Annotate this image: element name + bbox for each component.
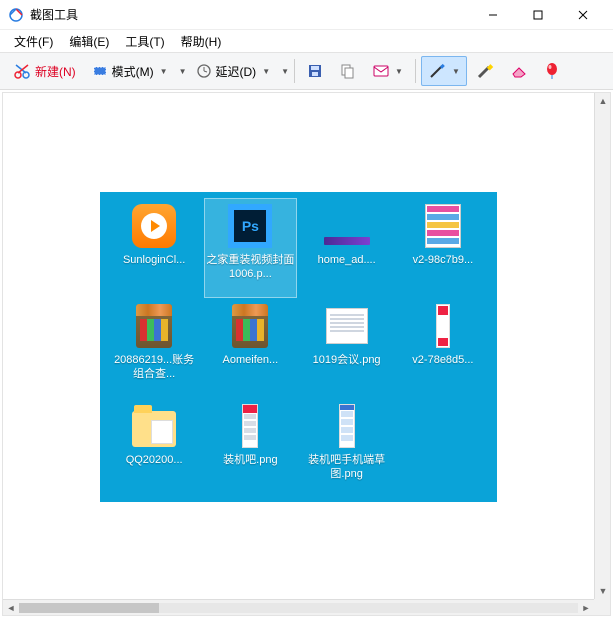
- file-thumbnail: [227, 403, 273, 449]
- file-label: 装机吧.png: [223, 453, 277, 467]
- hscroll-thumb[interactable]: [19, 603, 159, 613]
- desktop-item[interactable]: 装机吧手机端草图.png: [301, 398, 393, 498]
- file-thumbnail: [324, 403, 370, 449]
- file-label: SunloginCl...: [123, 253, 185, 267]
- menu-tools[interactable]: 工具(T): [117, 31, 172, 52]
- file-thumbnail: [131, 403, 177, 449]
- desktop-item[interactable]: 20886219...账务组合查...: [108, 298, 200, 398]
- balloon-icon: [544, 62, 560, 80]
- highlighter-icon: [476, 62, 494, 80]
- pen-tool-button[interactable]: ▼: [421, 56, 467, 86]
- send-button[interactable]: ▼: [364, 56, 410, 86]
- vertical-scrollbar[interactable]: ▲ ▼: [594, 93, 610, 599]
- delay-button[interactable]: 延迟(D) ▼: [189, 56, 278, 86]
- desktop-item[interactable]: QQ20200...: [108, 398, 200, 498]
- mode-split-dropdown[interactable]: ▼: [179, 67, 187, 76]
- scroll-right-arrow[interactable]: ►: [578, 600, 594, 616]
- menu-help[interactable]: 帮助(H): [173, 31, 230, 52]
- scroll-left-arrow[interactable]: ◄: [3, 600, 19, 616]
- app-icon: [8, 7, 24, 23]
- chevron-down-icon: ▼: [262, 67, 270, 76]
- desktop-item[interactable]: 1019会议.png: [301, 298, 393, 398]
- file-thumbnail: [131, 303, 177, 349]
- file-thumbnail: [420, 303, 466, 349]
- canvas-area[interactable]: SunloginCl... Ps 之家重装视频封面1006.p... home_ad.…: [2, 92, 611, 616]
- rect-select-icon: [92, 63, 108, 79]
- mail-icon: [371, 64, 389, 78]
- minimize-button[interactable]: [470, 0, 515, 30]
- save-button[interactable]: [300, 56, 330, 86]
- file-thumbnail: [324, 303, 370, 349]
- new-snip-button[interactable]: 新建(N): [6, 56, 83, 86]
- desktop-item[interactable]: v2-78e8d5...: [397, 298, 489, 398]
- file-thumbnail: Ps: [227, 203, 273, 249]
- window-title: 截图工具: [30, 6, 470, 23]
- chevron-down-icon: ▼: [452, 67, 460, 76]
- titlebar: 截图工具: [0, 0, 613, 30]
- delay-label: 延迟(D): [216, 63, 257, 80]
- separator: [294, 59, 295, 83]
- file-thumbnail: [131, 203, 177, 249]
- maximize-button[interactable]: [515, 0, 560, 30]
- menu-edit[interactable]: 编辑(E): [61, 31, 117, 52]
- clock-icon: [196, 63, 212, 79]
- toolbar: 新建(N) 模式(M) ▼ ▼ 延迟(D) ▼ ▼ ▼ ▼: [0, 52, 613, 90]
- mode-label: 模式(M): [112, 63, 154, 80]
- desktop-item[interactable]: Aomeifen...: [204, 298, 296, 398]
- file-label: 装机吧手机端草图.png: [303, 453, 391, 481]
- desktop-item[interactable]: home_ad....: [301, 198, 393, 298]
- pen-icon: [428, 62, 446, 80]
- file-label: home_ad....: [318, 253, 376, 267]
- scroll-down-arrow[interactable]: ▼: [595, 583, 611, 599]
- edit-paint3d-button[interactable]: [537, 56, 567, 86]
- desktop-item[interactable]: v2-98c7b9...: [397, 198, 489, 298]
- separator: [415, 59, 416, 83]
- desktop-item[interactable]: SunloginCl...: [108, 198, 200, 298]
- save-icon: [307, 63, 323, 79]
- horizontal-scrollbar[interactable]: ◄ ►: [3, 599, 594, 615]
- scissors-icon: [13, 62, 31, 80]
- highlighter-button[interactable]: [469, 56, 501, 86]
- eraser-icon: [510, 64, 528, 78]
- file-thumbnail: [324, 203, 370, 249]
- file-label: 1019会议.png: [313, 353, 381, 367]
- new-snip-label: 新建(N): [35, 63, 76, 80]
- mode-button[interactable]: 模式(M) ▼: [85, 56, 175, 86]
- scroll-up-arrow[interactable]: ▲: [595, 93, 611, 109]
- menubar: 文件(F) 编辑(E) 工具(T) 帮助(H): [0, 30, 613, 52]
- file-thumbnail: [420, 203, 466, 249]
- copy-button[interactable]: [332, 56, 362, 86]
- file-thumbnail: [227, 303, 273, 349]
- copy-icon: [339, 63, 355, 79]
- eraser-button[interactable]: [503, 56, 535, 86]
- desktop-item[interactable]: Ps 之家重装视频封面1006.p...: [204, 198, 296, 298]
- menu-file[interactable]: 文件(F): [6, 31, 61, 52]
- file-label: 之家重装视频封面1006.p...: [206, 253, 294, 281]
- file-label: 20886219...账务组合查...: [110, 353, 198, 381]
- captured-screenshot: SunloginCl... Ps 之家重装视频封面1006.p... home_ad.…: [100, 192, 497, 502]
- file-label: v2-98c7b9...: [413, 253, 474, 267]
- chevron-down-icon: ▼: [395, 67, 403, 76]
- scroll-corner: [594, 599, 610, 615]
- chevron-down-icon: ▼: [160, 67, 168, 76]
- close-button[interactable]: [560, 0, 605, 30]
- file-label: v2-78e8d5...: [412, 353, 473, 367]
- file-label: Aomeifen...: [223, 353, 279, 367]
- desktop-item[interactable]: 装机吧.png: [204, 398, 296, 498]
- delay-split-dropdown[interactable]: ▼: [281, 67, 289, 76]
- file-label: QQ20200...: [126, 453, 183, 467]
